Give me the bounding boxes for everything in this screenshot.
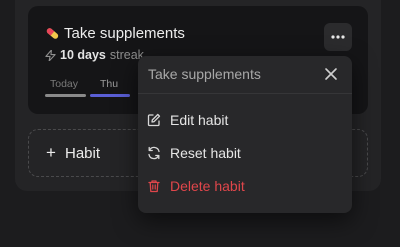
- day-label-today: Today: [50, 78, 79, 90]
- add-habit-label: Habit: [65, 145, 101, 162]
- more-horizontal-icon: [331, 35, 345, 39]
- day-label-thu: Thu: [100, 78, 119, 90]
- edit-icon: [147, 113, 161, 127]
- day-bar-today[interactable]: [45, 94, 86, 97]
- plus-icon: +: [46, 143, 56, 162]
- edit-habit-label: Edit habit: [170, 112, 229, 128]
- reset-habit-item[interactable]: Reset habit: [138, 138, 352, 168]
- menu-header: Take supplements: [138, 56, 352, 94]
- pill-icon: [46, 28, 59, 39]
- habit-title: Take supplements: [64, 25, 185, 42]
- lightning-icon: [45, 49, 56, 61]
- reset-habit-label: Reset habit: [170, 145, 241, 161]
- close-icon[interactable]: [323, 66, 339, 82]
- more-options-button[interactable]: [324, 23, 352, 51]
- streak-value: 10 days: [60, 48, 106, 62]
- trash-icon: [148, 180, 160, 193]
- edit-habit-item[interactable]: Edit habit: [138, 105, 352, 135]
- streak-row: 10 days streak: [45, 48, 144, 62]
- day-bar-thu[interactable]: [90, 94, 130, 97]
- refresh-icon: [148, 146, 160, 160]
- menu-title: Take supplements: [148, 66, 261, 82]
- delete-habit-item[interactable]: Delete habit: [138, 171, 352, 201]
- habit-context-menu: Take supplements Edit habit Reset habit …: [138, 56, 352, 213]
- delete-habit-label: Delete habit: [170, 178, 245, 194]
